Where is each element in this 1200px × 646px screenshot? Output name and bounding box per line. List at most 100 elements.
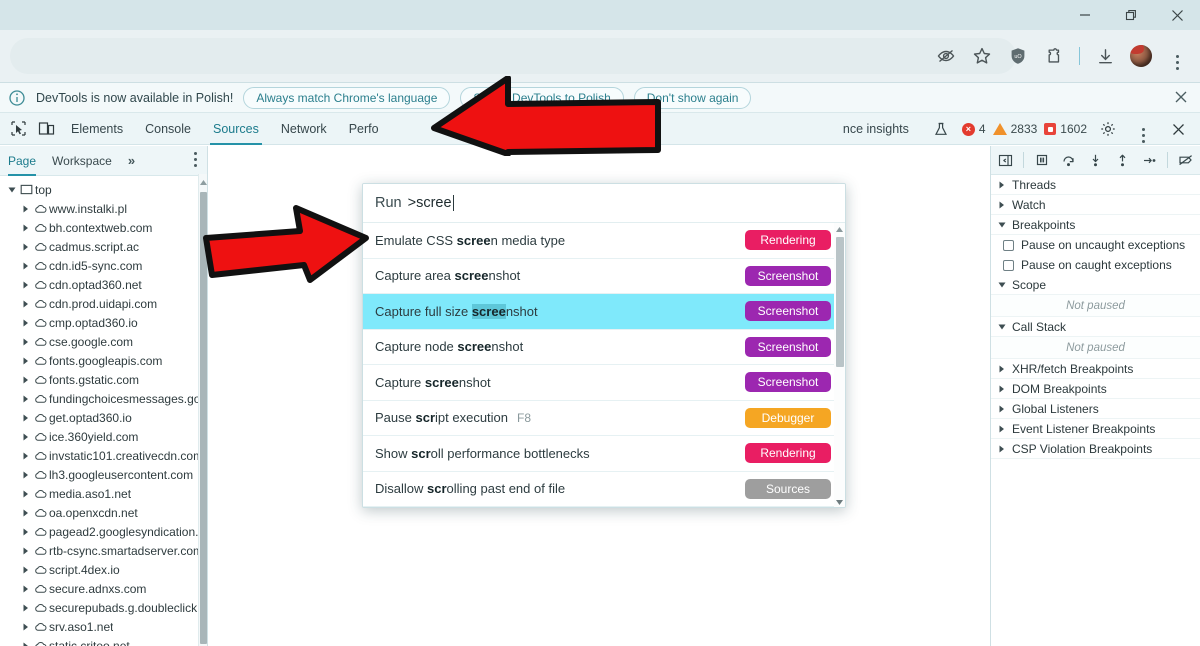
chevron-right-icon[interactable] bbox=[20, 376, 32, 384]
debugger-section-bot-2[interactable]: Global Listeners bbox=[991, 399, 1200, 419]
tree-item[interactable]: fonts.gstatic.com bbox=[0, 370, 207, 389]
chevron-right-icon[interactable] bbox=[997, 201, 1007, 209]
close-button[interactable] bbox=[1154, 0, 1200, 30]
tree-item[interactable]: lh3.googleusercontent.com bbox=[0, 465, 207, 484]
tree-item[interactable]: script.4dex.io bbox=[0, 560, 207, 579]
chevron-right-icon[interactable] bbox=[20, 243, 32, 251]
address-bar[interactable] bbox=[10, 38, 1016, 74]
tab-network[interactable]: Network bbox=[270, 113, 338, 145]
chevron-right-icon[interactable] bbox=[20, 471, 32, 479]
chevron-right-icon[interactable] bbox=[997, 181, 1007, 189]
step-out-icon[interactable] bbox=[1110, 148, 1135, 173]
checkbox[interactable] bbox=[1003, 259, 1014, 271]
step-icon[interactable] bbox=[1137, 148, 1162, 173]
palette-scrollbar[interactable] bbox=[834, 223, 845, 507]
tree-item[interactable]: cdn.prod.uidapi.com bbox=[0, 294, 207, 313]
minimize-button[interactable] bbox=[1062, 0, 1108, 30]
tree-item[interactable]: cadmus.script.ac bbox=[0, 237, 207, 256]
chevron-right-icon[interactable] bbox=[20, 509, 32, 517]
tree-item[interactable]: rtb-csync.smartadserver.com bbox=[0, 541, 207, 560]
deactivate-breakpoints-icon[interactable] bbox=[1173, 148, 1198, 173]
chevron-right-icon[interactable] bbox=[20, 357, 32, 365]
chevron-right-icon[interactable] bbox=[20, 433, 32, 441]
command-palette-item[interactable]: Capture area screenshot Screenshot bbox=[363, 258, 845, 294]
tree-item[interactable]: cse.google.com bbox=[0, 332, 207, 351]
checkbox-row[interactable]: Pause on caught exceptions bbox=[991, 255, 1200, 275]
close-icon[interactable] bbox=[1172, 88, 1192, 108]
debugger-section-bot-4[interactable]: CSP Violation Breakpoints bbox=[991, 439, 1200, 459]
step-over-icon[interactable] bbox=[1056, 148, 1081, 173]
tree-item[interactable]: secure.adnxs.com bbox=[0, 579, 207, 598]
tab-performance-insights[interactable]: nce insights bbox=[832, 113, 920, 145]
scroll-up-arrow-icon[interactable] bbox=[199, 176, 208, 188]
chevron-right-icon[interactable] bbox=[20, 300, 32, 308]
chevron-right-icon[interactable] bbox=[20, 528, 32, 536]
chevron-right-icon[interactable] bbox=[20, 319, 32, 327]
chevron-right-icon[interactable] bbox=[997, 405, 1007, 413]
debugger-section-scope[interactable]: Scope bbox=[991, 275, 1200, 295]
chevron-right-icon[interactable] bbox=[20, 205, 32, 213]
chevron-right-icon[interactable] bbox=[997, 425, 1007, 433]
navigator-more-tabs-icon[interactable]: » bbox=[128, 153, 135, 168]
tree-item[interactable]: oa.openxcdn.net bbox=[0, 503, 207, 522]
chevron-right-icon[interactable] bbox=[997, 365, 1007, 373]
navigator-scrollbar[interactable] bbox=[198, 174, 207, 646]
chevron-right-icon[interactable] bbox=[20, 452, 32, 460]
debugger-section-bot-3[interactable]: Event Listener Breakpoints bbox=[991, 419, 1200, 439]
navigator-tab-workspace[interactable]: Workspace bbox=[52, 146, 112, 176]
debugger-section-top-0[interactable]: Threads bbox=[991, 175, 1200, 195]
pause-icon[interactable] bbox=[1029, 148, 1054, 173]
tree-item[interactable]: static.criteo.net bbox=[0, 636, 207, 646]
chevron-right-icon[interactable] bbox=[20, 585, 32, 593]
chevron-down-icon[interactable] bbox=[997, 222, 1007, 228]
show-debugger-sidebar-icon[interactable] bbox=[993, 148, 1018, 173]
eye-off-icon[interactable] bbox=[931, 41, 961, 71]
checkbox[interactable] bbox=[1003, 239, 1014, 251]
restore-button[interactable] bbox=[1108, 0, 1154, 30]
navigator-scroll-thumb[interactable] bbox=[200, 192, 207, 644]
warning-count[interactable]: 2833 bbox=[992, 122, 1037, 136]
inspect-element-icon[interactable] bbox=[4, 116, 32, 142]
checkbox-row[interactable]: Pause on uncaught exceptions bbox=[991, 235, 1200, 255]
chevron-right-icon[interactable] bbox=[20, 604, 32, 612]
download-icon[interactable] bbox=[1090, 41, 1120, 71]
palette-scroll-thumb[interactable] bbox=[836, 237, 844, 367]
command-palette-item[interactable]: Disallow scrolling past end of file Sourc… bbox=[363, 471, 845, 507]
extensions-puzzle-icon[interactable] bbox=[1039, 41, 1069, 71]
command-palette-item[interactable]: Capture node screenshot Screenshot bbox=[363, 329, 845, 365]
chevron-right-icon[interactable] bbox=[20, 395, 32, 403]
tree-item[interactable]: fundingchoicesmessages.goo bbox=[0, 389, 207, 408]
tree-item[interactable]: www.instalki.pl bbox=[0, 199, 207, 218]
tree-item[interactable]: cmp.optad360.io bbox=[0, 313, 207, 332]
debugger-section-bot-0[interactable]: XHR/fetch Breakpoints bbox=[991, 359, 1200, 379]
scroll-up-arrow-icon[interactable] bbox=[835, 224, 844, 235]
navigator-tab-page[interactable]: Page bbox=[8, 146, 37, 176]
tree-item[interactable]: bh.contextweb.com bbox=[0, 218, 207, 237]
tab-console[interactable]: Console bbox=[134, 113, 202, 145]
debugger-section-top-2[interactable]: Breakpoints bbox=[991, 215, 1200, 235]
chevron-right-icon[interactable] bbox=[997, 445, 1007, 453]
tree-item[interactable]: cdn.optad360.net bbox=[0, 275, 207, 294]
tab-performance[interactable]: Perfo bbox=[338, 113, 390, 145]
debugger-section-bot-1[interactable]: DOM Breakpoints bbox=[991, 379, 1200, 399]
chrome-menu-icon[interactable] bbox=[1162, 41, 1192, 71]
chevron-right-icon[interactable] bbox=[997, 385, 1007, 393]
chevron-down-icon[interactable] bbox=[6, 187, 18, 193]
navigator-menu-icon[interactable] bbox=[194, 152, 197, 155]
chevron-right-icon[interactable] bbox=[20, 547, 32, 555]
dismiss-banner-button[interactable]: Don't show again bbox=[633, 86, 752, 109]
command-palette-item[interactable]: Emulate CSS screen media type Rendering bbox=[363, 223, 845, 259]
tab-elements[interactable]: Elements bbox=[60, 113, 134, 145]
command-palette-input[interactable]: Run >scree bbox=[363, 184, 845, 223]
chevron-right-icon[interactable] bbox=[20, 224, 32, 232]
command-palette-item[interactable]: Pause script execution F8 Debugger bbox=[363, 400, 845, 436]
switch-language-button[interactable]: Switch DevTools to Polish bbox=[460, 86, 624, 109]
tree-item[interactable]: ice.360yield.com bbox=[0, 427, 207, 446]
chevron-right-icon[interactable] bbox=[20, 338, 32, 346]
ublock-shield-icon[interactable]: uO bbox=[1003, 41, 1033, 71]
command-palette-item[interactable]: Capture screenshot Screenshot bbox=[363, 365, 845, 401]
tree-item[interactable]: fonts.googleapis.com bbox=[0, 351, 207, 370]
command-palette-item[interactable]: Show scroll performance bottlenecks Rende… bbox=[363, 436, 845, 472]
command-palette[interactable]: Run >scree Emulate CSS screen media type… bbox=[362, 183, 846, 508]
debugger-section-top-1[interactable]: Watch bbox=[991, 195, 1200, 215]
